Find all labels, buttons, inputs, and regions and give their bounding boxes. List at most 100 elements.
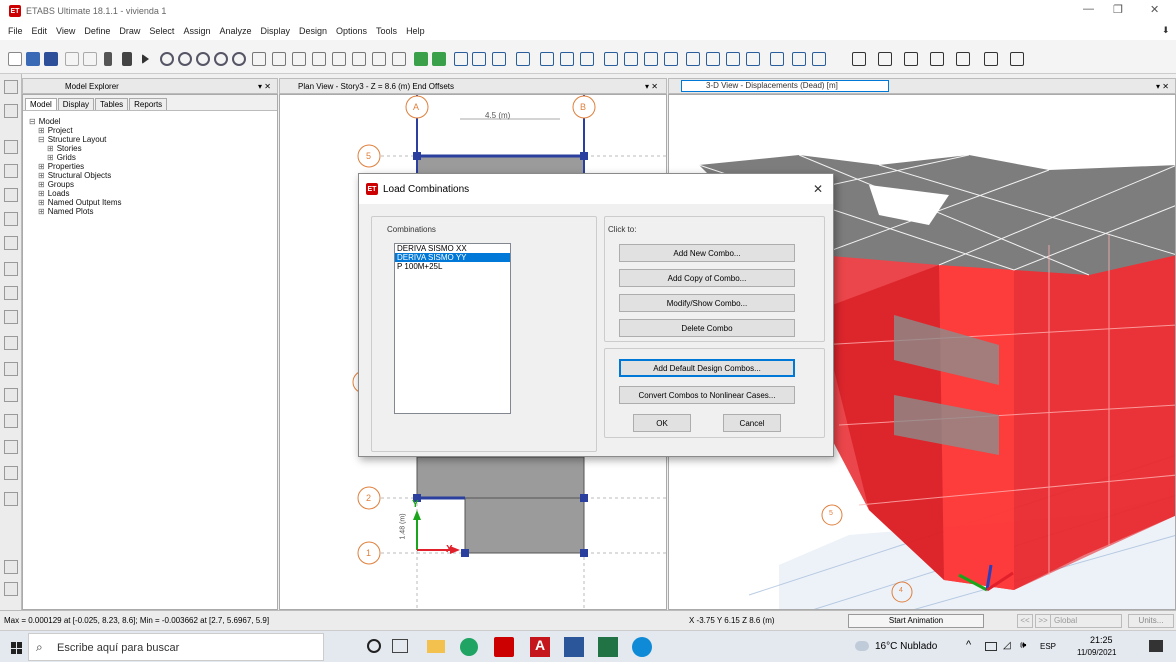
- menu-help[interactable]: Help: [406, 26, 425, 36]
- select-all-icon[interactable]: [454, 52, 468, 66]
- clock-date[interactable]: 11/09/2021: [1077, 648, 1116, 657]
- menu-select[interactable]: Select: [149, 26, 174, 36]
- zoom-in-icon[interactable]: [178, 52, 192, 66]
- lock-icon[interactable]: [122, 52, 132, 66]
- reshape-icon[interactable]: [4, 104, 18, 118]
- select-wall-icon[interactable]: [4, 236, 18, 250]
- language-indicator[interactable]: ESP: [1040, 642, 1056, 651]
- tree-expander-icon[interactable]: ⊞: [38, 162, 45, 171]
- tree-item[interactable]: ⊞ Properties: [29, 162, 122, 171]
- open-icon[interactable]: [26, 52, 40, 66]
- task-view-icon[interactable]: [392, 639, 408, 653]
- plan-view-title[interactable]: Plan View - Story3 - Z = 8.6 (m) End Off…: [298, 82, 454, 91]
- draw-beam-icon[interactable]: [624, 52, 638, 66]
- select-area-icon[interactable]: [4, 212, 18, 226]
- 3d-view-title[interactable]: 3-D View - Displacements (Dead) [m]: [681, 80, 889, 92]
- tree-expander-icon[interactable]: ⊞: [38, 126, 45, 135]
- select-line-icon[interactable]: [4, 140, 18, 154]
- plan-view-close-icon[interactable]: ▾ ✕: [645, 82, 658, 91]
- excel-icon[interactable]: [598, 637, 618, 657]
- tree-expander-icon[interactable]: ⊞: [38, 198, 45, 207]
- menu-view[interactable]: View: [56, 26, 75, 36]
- redo-icon[interactable]: [83, 52, 97, 66]
- menu-analyze[interactable]: Analyze: [219, 26, 251, 36]
- select-slab-icon[interactable]: [4, 336, 18, 350]
- rotate-icon[interactable]: [272, 52, 286, 66]
- draw-developed-elevation-icon[interactable]: [812, 52, 826, 66]
- tab-reports[interactable]: Reports: [129, 98, 168, 110]
- zoom-out-icon[interactable]: [196, 52, 210, 66]
- show-deformed-icon[interactable]: [560, 52, 574, 66]
- convert-combos-button[interactable]: Convert Combos to Nonlinear Cases...: [619, 386, 795, 404]
- draw-wall-icon[interactable]: [706, 52, 720, 66]
- 3d-view-close-icon[interactable]: ▾ ✕: [1156, 82, 1169, 91]
- set-display-icon[interactable]: [392, 52, 406, 66]
- 3d-view-icon[interactable]: [292, 52, 306, 66]
- tree-item[interactable]: ⊞ Loads: [29, 189, 122, 198]
- combinations-list[interactable]: DERIVA SISMO XX DERIVA SISMO YY P 100M+2…: [394, 243, 511, 414]
- etabs-taskbar-icon[interactable]: [494, 637, 514, 657]
- acrobat-icon[interactable]: A: [530, 637, 550, 657]
- tree-expander-icon[interactable]: ⊞: [47, 153, 54, 162]
- minimize-icon[interactable]: —: [1083, 3, 1094, 15]
- zoom-fit-icon[interactable]: [214, 52, 228, 66]
- delete-combo-button[interactable]: Delete Combo: [619, 319, 795, 337]
- menu-display[interactable]: Display: [260, 26, 290, 36]
- run-analysis-icon[interactable]: [142, 54, 149, 64]
- next-button[interactable]: >>: [1035, 614, 1051, 628]
- previous-select-icon[interactable]: [4, 582, 18, 596]
- cortana-icon[interactable]: [367, 639, 381, 653]
- all-select-icon[interactable]: [4, 560, 18, 574]
- tree-item[interactable]: ⊞ Named Plots: [29, 207, 122, 216]
- show-hidden-icons-icon[interactable]: ^: [966, 639, 971, 651]
- file-explorer-icon[interactable]: [427, 640, 445, 653]
- tree-expander-icon[interactable]: ⊞: [38, 189, 45, 198]
- tree-expander-icon[interactable]: ⊟: [29, 117, 36, 126]
- edit-dropdown-icon[interactable]: [1010, 52, 1024, 66]
- undo-icon[interactable]: [65, 52, 79, 66]
- plan-view-icon[interactable]: [312, 52, 326, 66]
- menu-define[interactable]: Define: [84, 26, 110, 36]
- tree-expander-icon[interactable]: ⊞: [38, 171, 45, 180]
- volume-icon[interactable]: 🕪: [1020, 640, 1026, 651]
- tree-item[interactable]: ⊞ Stories: [29, 144, 122, 153]
- pencil-icon[interactable]: [104, 52, 112, 66]
- show-forces-icon[interactable]: [580, 52, 594, 66]
- tree-expander-icon[interactable]: ⊞: [47, 144, 54, 153]
- combo-item[interactable]: P 100M+25L: [395, 262, 510, 271]
- link-dropdown-icon[interactable]: [956, 52, 970, 66]
- tree-item[interactable]: ⊞ Structural Objects: [29, 171, 122, 180]
- floor-dropdown-icon[interactable]: [878, 52, 892, 66]
- zoom-previous-icon[interactable]: [232, 52, 246, 66]
- menu-tools[interactable]: Tools: [376, 26, 397, 36]
- draw-opening-icon[interactable]: [726, 52, 740, 66]
- select-link-icon[interactable]: [4, 414, 18, 428]
- tab-display[interactable]: Display: [57, 98, 95, 110]
- show-undeformed-icon[interactable]: [516, 52, 530, 66]
- windows-start-icon[interactable]: [11, 642, 23, 654]
- get-previous-selection-icon[interactable]: [472, 52, 486, 66]
- draw-floor-icon[interactable]: [686, 52, 700, 66]
- select-frame-icon[interactable]: [4, 188, 18, 202]
- menu-draw[interactable]: Draw: [119, 26, 140, 36]
- menu-options[interactable]: Options: [336, 26, 367, 36]
- battery-icon[interactable]: [985, 642, 997, 651]
- tree-item[interactable]: ⊟ Structure Layout: [29, 135, 122, 144]
- combo-item[interactable]: DERIVA SISMO XX: [395, 244, 510, 253]
- tab-tables[interactable]: Tables: [95, 98, 129, 110]
- weather-text[interactable]: 16°C Nublado: [875, 641, 937, 652]
- start-animation-button[interactable]: Start Animation: [848, 614, 984, 628]
- select-tendon-icon[interactable]: [4, 440, 18, 454]
- network-icon[interactable]: ◿: [1003, 640, 1011, 651]
- move-down-icon[interactable]: [432, 52, 446, 66]
- pointer-icon[interactable]: [4, 80, 18, 94]
- ok-button[interactable]: OK: [633, 414, 691, 432]
- beam-dropdown-icon[interactable]: [852, 52, 866, 66]
- area-dropdown-icon[interactable]: [984, 52, 998, 66]
- dialog-close-icon[interactable]: ✕: [813, 182, 823, 196]
- draw-column-icon[interactable]: [644, 52, 658, 66]
- pan-icon[interactable]: [252, 52, 266, 66]
- show-loads-icon[interactable]: [540, 52, 554, 66]
- menu-design[interactable]: Design: [299, 26, 327, 36]
- draw-dimension-icon[interactable]: [770, 52, 784, 66]
